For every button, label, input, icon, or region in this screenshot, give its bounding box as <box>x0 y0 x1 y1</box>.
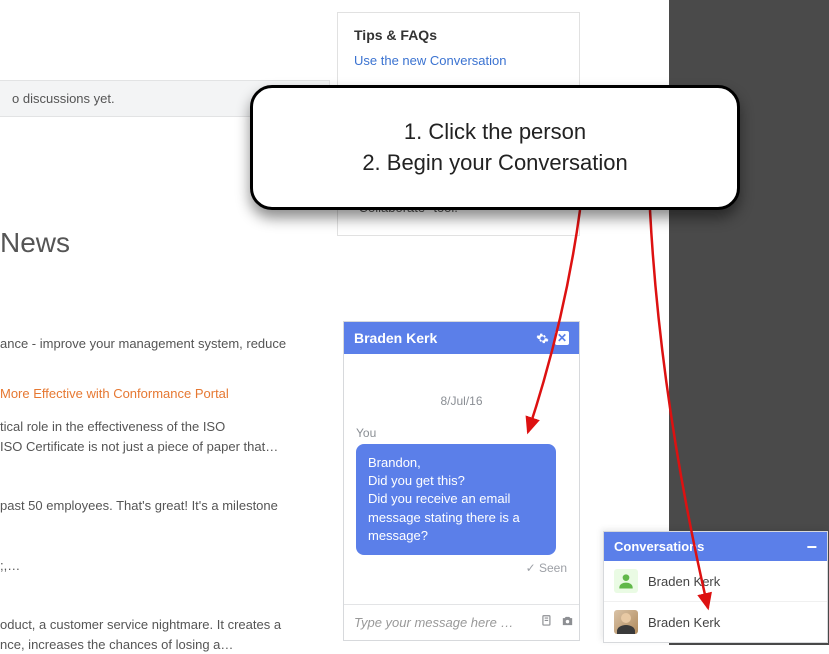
chat-header[interactable]: Braden Kerk ✕ <box>344 322 579 354</box>
article-text: ;,… <box>0 556 330 576</box>
callout-line: 1. Click the person <box>404 117 586 148</box>
conversation-list-item[interactable]: Braden Kerk <box>604 602 827 642</box>
conversation-name: Braden Kerk <box>648 615 720 630</box>
article-item: past 50 employees. That's great! It's a … <box>0 496 330 516</box>
conversation-list-item[interactable]: Braden Kerk <box>604 561 827 602</box>
chat-window: Braden Kerk ✕ 8/Jul/16 You Brandon, Did … <box>343 321 580 641</box>
news-heading: News <box>0 227 330 259</box>
conversation-name: Braden Kerk <box>648 574 720 589</box>
article-text: ance - improve your management system, r… <box>0 334 330 354</box>
conversations-header[interactable]: Conversations − <box>604 532 827 561</box>
article-text: tical role in the effectiveness of the I… <box>0 417 330 437</box>
article-text: past 50 employees. That's great! It's a … <box>0 496 330 516</box>
tips-link[interactable]: Use the new Conversation <box>354 53 563 68</box>
chat-title: Braden Kerk <box>354 330 437 346</box>
chat-body: 8/Jul/16 You Brandon, Did you get this? … <box>344 354 579 604</box>
conversations-title: Conversations <box>614 539 704 554</box>
chat-message-bubble: Brandon, Did you get this? Did you recei… <box>356 444 556 555</box>
article-text: nce, increases the chances of losing a… <box>0 635 330 654</box>
attachment-icon[interactable] <box>540 614 554 631</box>
conversations-panel: Conversations − Braden Kerk Braden Kerk <box>603 531 828 643</box>
chat-sender-label: You <box>356 426 567 440</box>
article-title-link[interactable]: More Effective with Conformance Portal <box>0 384 330 404</box>
chat-seen-status: Seen <box>356 561 567 575</box>
article-item: ;,… <box>0 556 330 576</box>
camera-icon[interactable] <box>560 614 575 631</box>
article-snippet: ance - improve your management system, r… <box>0 334 330 354</box>
article-text: oduct, a customer service nightmare. It … <box>0 615 330 635</box>
chat-message-input[interactable] <box>352 611 534 634</box>
gear-icon[interactable] <box>535 331 549 345</box>
chat-date: 8/Jul/16 <box>356 394 567 408</box>
chat-input-row <box>344 604 579 640</box>
avatar-icon <box>614 569 638 593</box>
callout-line: 2. Begin your Conversation <box>362 148 627 179</box>
instruction-callout: 1. Click the person 2. Begin your Conver… <box>250 85 740 210</box>
tips-heading: Tips & FAQs <box>354 27 563 43</box>
minimize-icon[interactable]: − <box>806 542 817 552</box>
avatar-photo <box>614 610 638 634</box>
close-icon[interactable]: ✕ <box>555 331 569 345</box>
article-text: ISO Certificate is not just a piece of p… <box>0 437 330 457</box>
article-item: oduct, a customer service nightmare. It … <box>0 615 330 654</box>
article-item: More Effective with Conformance Portal t… <box>0 384 330 457</box>
